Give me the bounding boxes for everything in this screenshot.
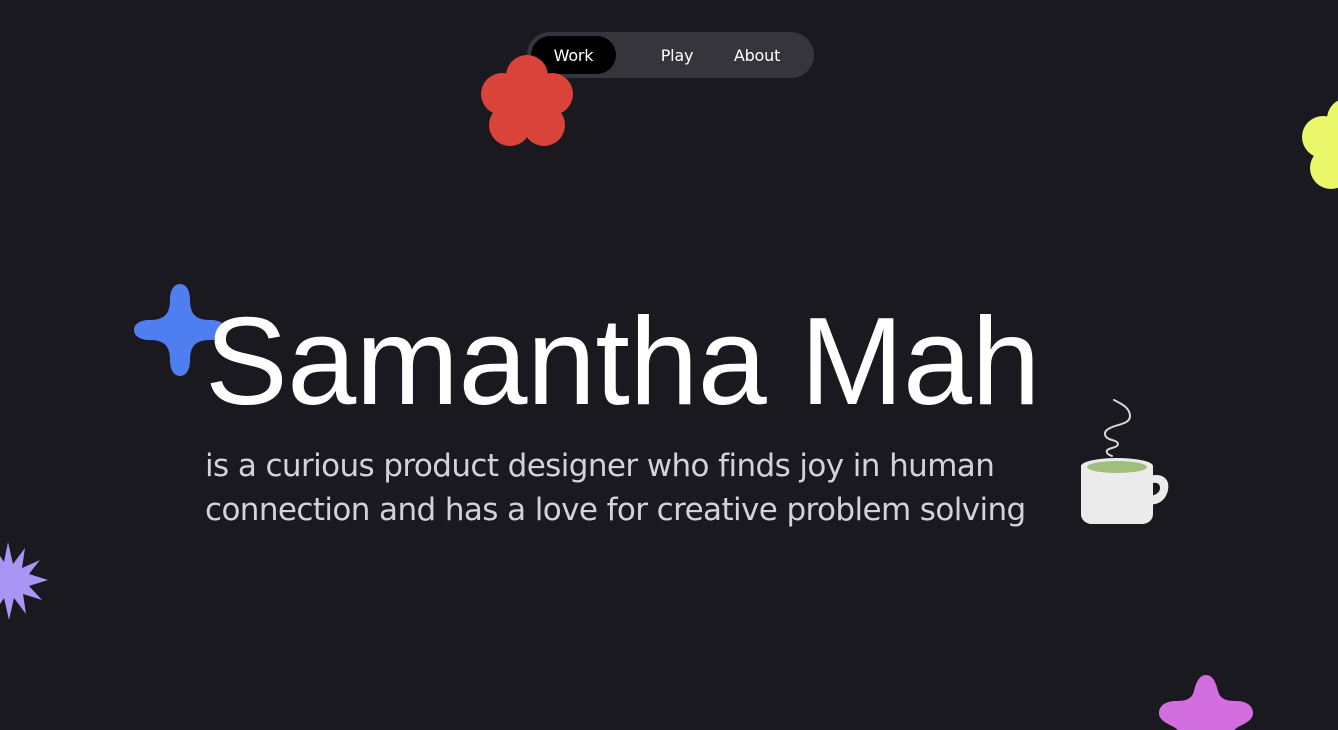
nav-play-link[interactable]: Play [642,36,712,74]
red-flower-icon [481,55,573,146]
lavender-starburst-icon [0,542,48,620]
pink-star-icon [1159,675,1253,730]
nav-about-link[interactable]: About [722,36,792,74]
hero-tagline-line-1: is a curious product designer who finds … [205,448,995,484]
hero-name: Samantha Mah [205,293,1040,431]
yellow-flower-icon [1302,100,1338,189]
hero-tagline: is a curious product designer who finds … [205,444,1085,532]
hero-tagline-line-2: connection and has a love for creative p… [205,492,1026,528]
coffee-mug-icon [1081,399,1169,524]
